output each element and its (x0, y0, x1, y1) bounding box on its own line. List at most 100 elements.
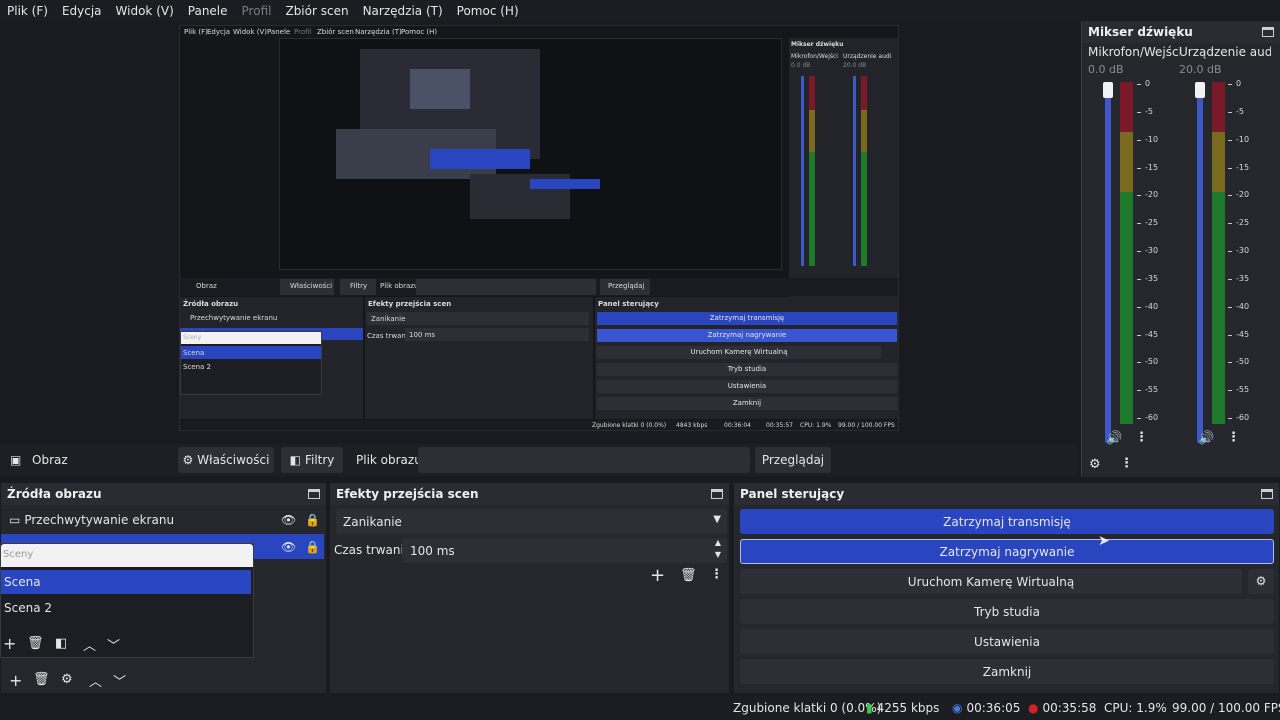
scale-tick (1228, 279, 1232, 280)
mixer-channel-2-fader[interactable] (1197, 85, 1203, 443)
mixer-channel-2-mute-icon[interactable]: 🔊 (1198, 431, 1214, 446)
cpu-usage: CPU: 1.9% (1104, 701, 1167, 715)
mixer-menu-icon[interactable]: ⋮ (1120, 456, 1133, 471)
filter-icon[interactable]: ◧ (55, 636, 67, 651)
filters-button[interactable]: ◧ Filtry (281, 447, 343, 473)
record-dot-icon: ● (1028, 701, 1039, 715)
add-icon[interactable]: + (9, 671, 22, 690)
mini-scenes-popup: Sceny Scena Scena 2 (180, 331, 322, 395)
preview-canvas[interactable]: Plik (F) Edycja Widok (V) Panele Profil … (179, 25, 899, 431)
scale-label: -5 (1145, 107, 1153, 116)
mini-meter (809, 76, 815, 266)
mini-stream-time: 00:36:04 (724, 422, 751, 429)
browse-button[interactable]: Przeglądaj (755, 447, 831, 473)
transitions-title-bar: Efekty przejścia scen (330, 483, 729, 505)
stop-streaming-label: Zatrzymaj transmisję (943, 514, 1071, 529)
chevron-down-icon[interactable]: ﹀ (113, 671, 126, 690)
dock-float-icon[interactable] (1262, 27, 1274, 37)
scale-tick (1228, 251, 1232, 252)
add-icon[interactable]: + (3, 634, 16, 653)
dock-float-icon[interactable] (308, 489, 320, 499)
mini-meter (861, 76, 867, 266)
start-virtual-camera-button[interactable]: Uruchom Kamerę Wirtualną (740, 569, 1242, 594)
mixer-advanced-settings-icon[interactable]: ⚙ (1089, 457, 1101, 472)
mini-btn1-label: Zatrzymaj transmisję (709, 314, 785, 322)
scale-label: -60 (1145, 413, 1159, 422)
gear-icon[interactable]: ⚙ (61, 672, 73, 687)
scale-tick (1137, 251, 1141, 252)
scale-label: -30 (1236, 246, 1250, 255)
chevron-down-icon: ▼ (713, 514, 721, 525)
scenes-search[interactable]: Sceny (1, 544, 253, 567)
menu-view[interactable]: Widok (V) (109, 4, 181, 18)
dock-float-icon[interactable] (1261, 489, 1273, 499)
signal-bars-icon: ▮ (866, 701, 873, 715)
chevron-up-icon[interactable]: ︿ (89, 671, 102, 690)
filters-label: Filtry (304, 453, 335, 467)
stop-streaming-button[interactable]: Zatrzymaj transmisję (740, 509, 1274, 534)
lock-icon[interactable]: 🔒 (305, 540, 320, 554)
menu-file[interactable]: Plik (F) (0, 4, 55, 18)
add-icon[interactable]: + (650, 565, 665, 586)
virtual-camera-settings-icon[interactable]: ⚙ (1248, 569, 1274, 594)
lock-icon[interactable]: 🔒 (305, 513, 320, 527)
duration-label: Czas trwania (334, 543, 412, 557)
scene-item[interactable]: Scena 2 (1, 596, 251, 620)
mixer-channel-1-menu-icon[interactable]: ⋮ (1135, 430, 1148, 445)
dropped-frames: Zgubione klatki 0 (0.0%) (733, 701, 882, 715)
stop-recording-label: Zatrzymaj nagrywanie (939, 544, 1075, 559)
spin-down-icon[interactable]: ▼ (715, 550, 721, 559)
mixer-channel-1-mute-icon[interactable]: 🔊 (1106, 431, 1122, 446)
menu-scene-collection[interactable]: Zbiór scen (278, 4, 355, 18)
scale-label: -50 (1236, 357, 1250, 366)
filter-icon: ◧ (289, 453, 301, 467)
scale-tick (1228, 195, 1232, 196)
mini-menu-item: Widok (V) (233, 28, 267, 36)
scale-label: -25 (1236, 218, 1250, 227)
settings-button[interactable]: Ustawienia (740, 629, 1274, 654)
trash-icon[interactable]: 🗑 (27, 636, 44, 651)
scale-tick (1137, 168, 1141, 169)
mini-source-name: Obraz (196, 282, 217, 290)
mixer-channel-2-menu-icon[interactable]: ⋮ (1227, 430, 1240, 445)
duration-spinbox[interactable]: 100 ms ▲ ▼ (402, 538, 727, 563)
image-file-field[interactable] (418, 447, 750, 473)
mixer-channel-1-fader-handle[interactable] (1103, 82, 1113, 98)
mini-bitrate: 4843 kbps (676, 422, 708, 429)
studio-mode-button[interactable]: Tryb studia (740, 599, 1274, 624)
properties-button[interactable]: ⚙ Właściwości (178, 447, 274, 473)
stop-recording-button[interactable]: Zatrzymaj nagrywanie (740, 539, 1274, 564)
scale-tick (1137, 418, 1141, 419)
menu-docks[interactable]: Panele (181, 4, 235, 18)
transition-select[interactable]: Zanikanie ▼ (336, 509, 727, 534)
mini-mixer: Mikser dźwięku Mikrofon/Wejści Urządzeni… (789, 38, 898, 300)
trash-icon[interactable]: 🗑 (33, 672, 50, 687)
exit-button[interactable]: Zamknij (740, 659, 1274, 684)
menu-dots-icon[interactable]: ⋮ (710, 567, 723, 582)
scale-tick (1228, 418, 1232, 419)
chevron-up-icon[interactable]: ︿ (83, 635, 96, 654)
scene-item-selected[interactable]: Scena (1, 570, 251, 594)
mini-btn3: Uruchom Kamerę Wirtualną (597, 346, 881, 359)
mini-menu-item: Edycja (207, 28, 231, 36)
eye-icon[interactable]: 👁 (281, 513, 296, 527)
eye-icon[interactable]: 👁 (281, 540, 296, 554)
scale-tick (1228, 307, 1232, 308)
recording-timer: ● 00:35:58 (1028, 701, 1096, 715)
mini-duration-value: 100 ms (409, 331, 436, 339)
menu-help[interactable]: Pomoc (H) (450, 4, 526, 18)
menu-tools[interactable]: Narzędzia (T) (356, 4, 450, 18)
mixer-title: Mikser dźwięku (1088, 25, 1193, 39)
mini-dropped: Zgubione klatki 0 (0.0%) (592, 422, 667, 429)
dock-float-icon[interactable] (711, 489, 723, 499)
mixer-channel-1-fader[interactable] (1105, 85, 1111, 443)
scale-label: 0 (1145, 79, 1151, 88)
source-item[interactable]: ▭ Przechwytywanie ekranu 👁 🔒 (5, 507, 323, 532)
trash-icon[interactable]: 🗑 (680, 568, 697, 583)
broadcast-icon: ◉ (952, 701, 963, 715)
spin-up-icon[interactable]: ▲ (715, 538, 721, 547)
menu-edit[interactable]: Edycja (55, 4, 109, 18)
scale-tick (1228, 112, 1232, 113)
mixer-channel-2-fader-handle[interactable] (1195, 82, 1205, 98)
chevron-down-icon[interactable]: ﹀ (107, 635, 120, 654)
